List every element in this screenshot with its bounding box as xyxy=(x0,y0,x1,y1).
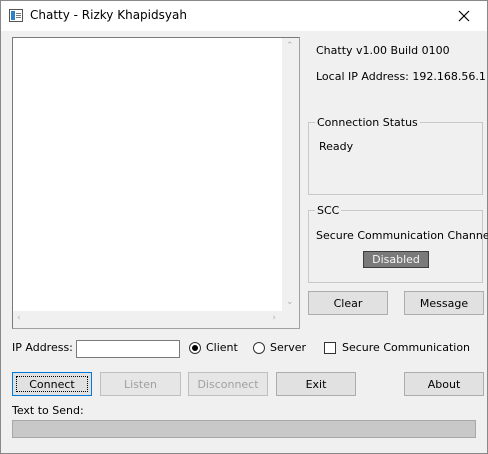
scc-title: SCC xyxy=(315,204,342,217)
scroll-right-arrow-icon[interactable]: › xyxy=(272,314,276,323)
secure-communication-checkbox[interactable] xyxy=(324,342,336,354)
close-icon xyxy=(458,10,470,22)
horizontal-scrollbar[interactable]: ‹ › xyxy=(13,311,282,328)
text-to-send-label: Text to Send: xyxy=(12,404,84,417)
connect-button[interactable]: Connect xyxy=(12,372,92,396)
client-area: ⌃ ⌄ ‹ › Chatty v1.00 Build 0100 Local IP… xyxy=(1,31,488,453)
scroll-down-arrow-icon[interactable]: ⌄ xyxy=(286,298,294,307)
ip-address-input[interactable] xyxy=(76,340,180,358)
local-ip-label: Local IP Address: 192.168.56.1 xyxy=(316,70,486,83)
connection-status-value: Ready xyxy=(319,140,354,153)
about-button[interactable]: About xyxy=(404,372,484,396)
app-icon xyxy=(9,9,23,22)
ip-address-label: IP Address: xyxy=(12,341,73,354)
vertical-scrollbar[interactable]: ⌃ ⌄ xyxy=(282,38,299,311)
chatty-window: Chatty - Rizky Khapidsyah ⌃ ⌄ ‹ › Chatty… xyxy=(0,0,488,454)
scc-group: SCC Secure Communication Channel xyxy=(308,204,488,283)
connection-status-title: Connection Status xyxy=(315,116,420,129)
disconnect-button[interactable]: Disconnect xyxy=(188,372,268,396)
listen-button[interactable]: Listen xyxy=(100,372,181,396)
client-radio[interactable] xyxy=(189,342,201,354)
scc-status-badge: Disabled xyxy=(363,251,429,268)
window-title: Chatty - Rizky Khapidsyah xyxy=(30,8,187,22)
server-radio[interactable] xyxy=(253,342,265,354)
exit-button[interactable]: Exit xyxy=(276,372,356,396)
client-radio-label[interactable]: Client xyxy=(206,341,238,354)
chat-log[interactable]: ⌃ ⌄ ‹ › xyxy=(12,37,300,329)
focus-rectangle xyxy=(16,376,88,392)
server-radio-label[interactable]: Server xyxy=(270,341,306,354)
connection-status-group: Connection Status Ready xyxy=(308,116,483,195)
scc-label: Secure Communication Channel xyxy=(316,229,488,242)
title-bar[interactable]: Chatty - Rizky Khapidsyah xyxy=(1,1,487,31)
scroll-left-arrow-icon[interactable]: ‹ xyxy=(17,314,21,323)
version-label: Chatty v1.00 Build 0100 xyxy=(316,44,450,57)
scrollbar-corner xyxy=(282,311,299,328)
scroll-up-arrow-icon[interactable]: ⌃ xyxy=(286,42,294,51)
close-button[interactable] xyxy=(441,1,487,31)
message-button[interactable]: Message xyxy=(404,291,484,315)
secure-communication-label[interactable]: Secure Communication xyxy=(342,341,470,354)
clear-button[interactable]: Clear xyxy=(308,291,388,315)
text-to-send-input[interactable] xyxy=(12,420,476,438)
